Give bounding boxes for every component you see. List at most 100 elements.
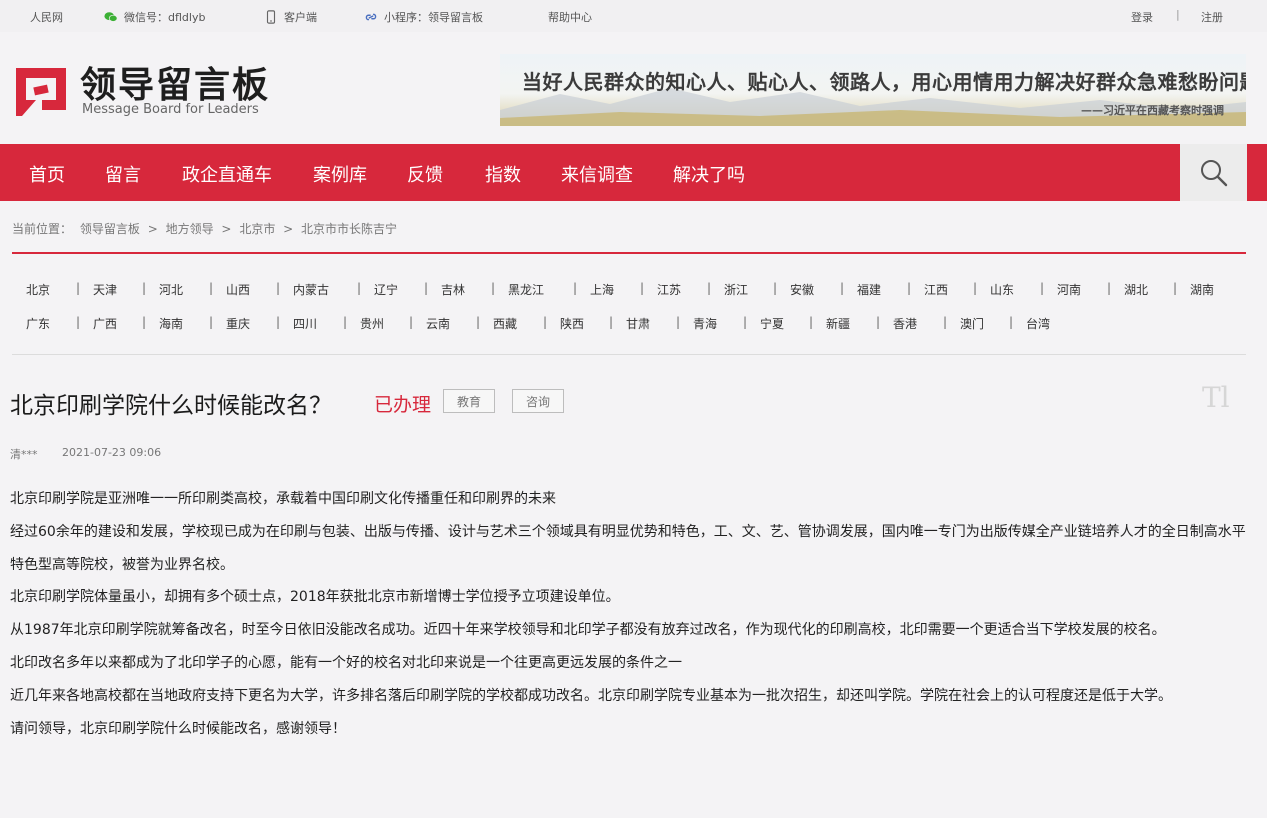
province-link[interactable]: 安徽 <box>790 281 814 298</box>
paragraph: 北京印刷学院是亚洲唯一一所印刷类高校，承载着中国印刷文化传播重任和印刷界的未来 <box>10 491 556 507</box>
tag-consult[interactable]: 咨询 <box>512 389 564 413</box>
province-link[interactable]: 甘肃 <box>626 315 650 332</box>
tag-education[interactable]: 教育 <box>443 389 495 413</box>
province-link[interactable]: 香港 <box>893 315 917 332</box>
nav-item-feedback[interactable]: 反馈 <box>407 161 443 187</box>
province-link[interactable]: 山东 <box>990 281 1014 298</box>
province-link[interactable]: 天津 <box>93 281 117 298</box>
province-link[interactable]: 宁夏 <box>760 315 784 332</box>
nav-item-survey[interactable]: 来信调查 <box>561 161 633 187</box>
province-separator: | <box>1173 281 1178 295</box>
nav-item-home[interactable]: 首页 <box>29 161 65 187</box>
province-separator: | <box>209 315 214 329</box>
mini-program-label: 小程序：领导留言板 <box>384 11 483 24</box>
province-link[interactable]: 江苏 <box>657 281 681 298</box>
province-link[interactable]: 青海 <box>693 315 717 332</box>
province-link[interactable]: 西藏 <box>493 315 517 332</box>
province-link[interactable]: 江西 <box>924 281 948 298</box>
province-link[interactable]: 福建 <box>857 281 881 298</box>
province-link[interactable]: 贵州 <box>360 315 384 332</box>
breadcrumb-local-leaders[interactable]: 地方领导 <box>166 222 214 236</box>
search-button[interactable] <box>1180 144 1247 201</box>
province-separator: | <box>1040 281 1045 295</box>
breadcrumb-sep: > <box>147 222 158 236</box>
nav-item-cases[interactable]: 案例库 <box>313 161 367 187</box>
breadcrumb-beijing[interactable]: 北京市 <box>239 222 275 236</box>
province-separator: | <box>609 315 614 329</box>
province-link[interactable]: 澳门 <box>960 315 984 332</box>
paragraph: 北京印刷学院体量虽小，却拥有多个硕士点，2018年获批北京市新增博士学位授予立项… <box>10 589 620 606</box>
people-link[interactable]: 人民网 <box>30 9 63 25</box>
province-link[interactable]: 山西 <box>226 281 250 298</box>
province-link[interactable]: 湖南 <box>1190 281 1214 298</box>
mini-program-link[interactable]: 小程序：领导留言板 <box>364 9 483 25</box>
site-header: 领导留言板 Message Board for Leaders 当好人民群众的知… <box>0 32 1267 144</box>
province-link[interactable]: 河南 <box>1057 281 1081 298</box>
province-link[interactable]: 海南 <box>159 315 183 332</box>
client-link[interactable]: 客户端 <box>264 9 317 25</box>
province-link[interactable]: 吉林 <box>441 281 465 298</box>
wechat-label: 微信号：dfldlyb <box>124 11 206 24</box>
province-link[interactable]: 重庆 <box>226 315 250 332</box>
province-link[interactable]: 内蒙古 <box>293 281 329 298</box>
province-link[interactable]: 湖北 <box>1124 281 1148 298</box>
province-separator: | <box>357 281 362 295</box>
font-size-toggle[interactable]: Tl <box>1202 381 1230 414</box>
province-separator: | <box>707 281 712 295</box>
logo-icon[interactable] <box>12 62 70 120</box>
client-label: 客户端 <box>284 11 317 24</box>
province-separator: | <box>973 281 978 295</box>
province-link[interactable]: 台湾 <box>1026 315 1050 332</box>
province-separator: | <box>76 315 81 329</box>
province-link[interactable]: 云南 <box>426 315 450 332</box>
nav-item-enterprise[interactable]: 政企直通车 <box>182 161 272 187</box>
help-link[interactable]: 帮助中心 <box>548 9 592 25</box>
wechat-link[interactable]: 微信号：dfldlyb <box>104 9 205 25</box>
section-divider-red <box>12 252 1246 254</box>
article-title: 北京印刷学院什么时候能改名？ <box>10 393 332 419</box>
banner-slogan: 当好人民群众的知心人、贴心人、领路人，用心用情用力解决好群众急难愁盼问题。 <box>522 70 1246 94</box>
province-link[interactable]: 黑龙江 <box>508 281 544 298</box>
province-separator: | <box>543 315 548 329</box>
province-link[interactable]: 广西 <box>93 315 117 332</box>
slogan-banner: 当好人民群众的知心人、贴心人、领路人，用心用情用力解决好群众急难愁盼问题。 ——… <box>500 54 1246 126</box>
register-label: 注册 <box>1201 11 1223 24</box>
breadcrumb-mayor[interactable]: 北京市市长陈吉宁 <box>301 222 397 236</box>
province-separator: | <box>943 315 948 329</box>
paragraph: 从1987年北京印刷学院就筹备改名，时至今日依旧没能改名成功。近四十年来学校领导… <box>10 622 1166 639</box>
topbar-divider: | <box>1176 8 1180 21</box>
province-link[interactable]: 新疆 <box>826 315 850 332</box>
search-icon <box>1200 159 1227 186</box>
province-link[interactable]: 辽宁 <box>374 281 398 298</box>
nav-item-solved[interactable]: 解决了吗 <box>673 161 745 187</box>
author-name: 清*** <box>10 448 38 461</box>
province-separator: | <box>343 315 348 329</box>
status-badge: 已办理 <box>374 394 432 416</box>
province-separator: | <box>142 315 147 329</box>
post-date: 2021-07-23 09:06 <box>62 446 162 459</box>
province-separator: | <box>491 281 496 295</box>
breadcrumb-home[interactable]: 领导留言板 <box>80 222 140 236</box>
paragraph: 请问领导，北京印刷学院什么时候能改名，感谢领导！ <box>10 720 346 737</box>
register-link[interactable]: 注册 <box>1201 9 1223 25</box>
nav-item-index[interactable]: 指数 <box>485 161 521 187</box>
province-separator: | <box>76 281 81 295</box>
login-link[interactable]: 登录 <box>1131 9 1153 25</box>
province-separator: | <box>1009 315 1014 329</box>
province-link[interactable]: 北京 <box>26 281 50 298</box>
province-link[interactable]: 广东 <box>26 315 50 332</box>
province-link[interactable]: 河北 <box>159 281 183 298</box>
province-link[interactable]: 四川 <box>293 315 317 332</box>
province-link[interactable]: 陕西 <box>560 315 584 332</box>
paragraph: 近几年来各地高校都在当地政府支持下更名为大学，许多排名落后印刷学院的学校都成功改… <box>10 687 1172 704</box>
nav-item-message[interactable]: 留言 <box>105 161 141 187</box>
breadcrumb: 当前位置： 领导留言板 > 地方领导 > 北京市 > 北京市市长陈吉宁 <box>12 220 401 237</box>
province-link[interactable]: 上海 <box>590 281 614 298</box>
people-link-label: 人民网 <box>30 11 63 24</box>
help-label: 帮助中心 <box>548 11 592 24</box>
province-link[interactable]: 浙江 <box>724 281 748 298</box>
link-icon <box>365 13 377 21</box>
article-body: 北京印刷学院是亚洲唯一一所印刷类高校，承载着中国印刷文化传播重任和印刷界的未来 … <box>10 483 1250 745</box>
province-separator: | <box>676 315 681 329</box>
wechat-icon <box>104 12 118 22</box>
